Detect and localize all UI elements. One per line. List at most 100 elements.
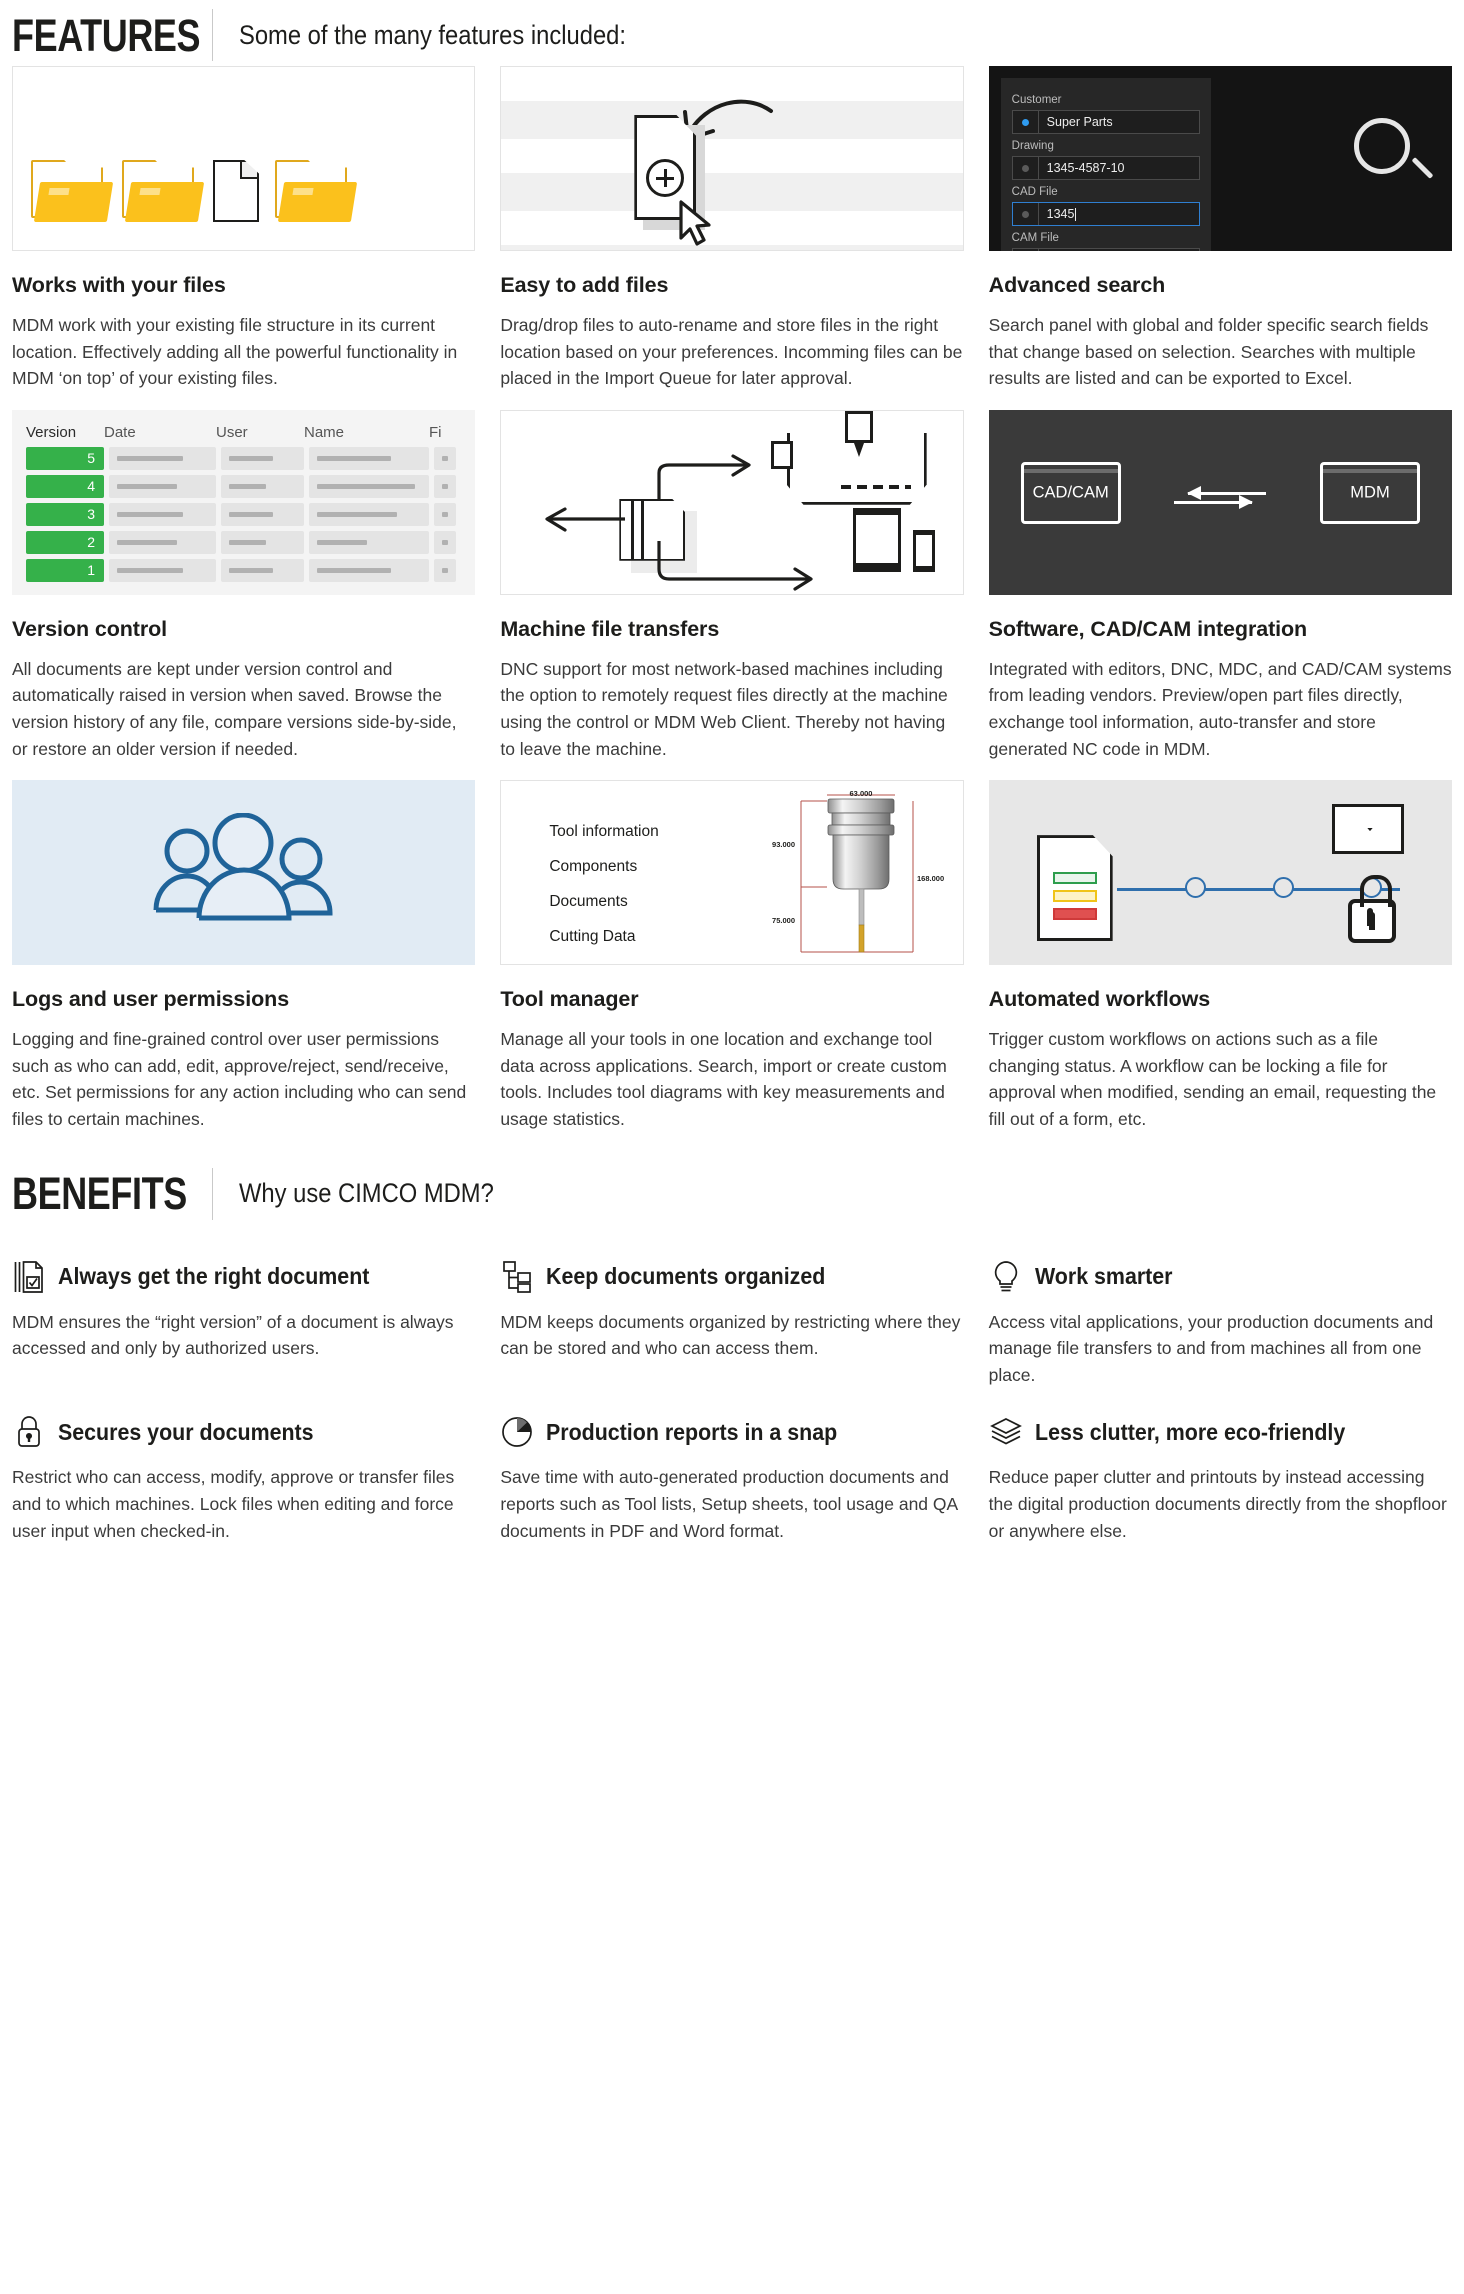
feature-body: MDM work with your existing file structu… bbox=[12, 315, 458, 389]
table-row[interactable]: 2 bbox=[26, 530, 475, 554]
bidirectional-arrow-icon bbox=[1174, 485, 1267, 510]
cell-file bbox=[434, 446, 456, 470]
feature-body: All documents are kept under version con… bbox=[12, 658, 457, 759]
feature-body: DNC support for most network-based machi… bbox=[500, 658, 948, 759]
benefit-always-get-right-document: Always get the right document MDM ensure… bbox=[12, 1259, 475, 1389]
cell-name bbox=[309, 502, 429, 526]
feature-card-easy-to-add-files: Easy to add files Drag/drop files to aut… bbox=[500, 66, 964, 392]
tool-drawing: 63.000 93.000 168.000 75.000 bbox=[772, 789, 944, 953]
cell-file bbox=[434, 558, 456, 582]
feature-card-tool-manager: Tool information Components Documents Cu… bbox=[500, 780, 964, 1132]
search-field-value: 1345 bbox=[1046, 207, 1075, 221]
cursor-icon bbox=[679, 200, 711, 246]
cell-date bbox=[109, 474, 216, 498]
feature-card-machine-file-transfers: Machine file transfers DNC support for m… bbox=[500, 409, 964, 762]
benefit-keep-documents-organized: Keep documents organized MDM keeps docum… bbox=[500, 1259, 963, 1389]
pie-chart-icon bbox=[500, 1414, 534, 1450]
benefit-title: Production reports in a snap bbox=[546, 1418, 838, 1445]
version-badge: 4 bbox=[26, 474, 104, 498]
table-row[interactable]: 1 bbox=[26, 558, 475, 582]
workflow-line bbox=[1116, 888, 1400, 891]
search-field-drawing[interactable]: 1345-4587-10 bbox=[1011, 156, 1200, 180]
cell-file bbox=[434, 474, 456, 498]
version-history-table: Version Date User Name Fi 5 4 3 2 1 bbox=[26, 424, 475, 587]
feature-row-2: Version Date User Name Fi 5 4 3 2 1 Vers… bbox=[12, 409, 1452, 762]
benefit-title: Secures your documents bbox=[58, 1418, 314, 1445]
mdm-window: MDM bbox=[1320, 461, 1420, 524]
version-badge: 3 bbox=[26, 502, 104, 526]
tool-list-item: Components bbox=[549, 858, 638, 876]
search-field-customer[interactable]: Super Parts bbox=[1011, 110, 1200, 134]
media-workflow-diagram bbox=[988, 780, 1452, 966]
table-row[interactable]: 4 bbox=[26, 474, 475, 498]
tool-list-item: Cutting Data bbox=[549, 928, 636, 946]
tablet-icon bbox=[852, 507, 901, 572]
cell-user bbox=[221, 502, 304, 526]
spindle-icon bbox=[844, 410, 873, 443]
folder-icon bbox=[122, 160, 205, 222]
document-icon bbox=[213, 160, 259, 222]
window-label: CAD/CAM bbox=[1032, 483, 1109, 502]
workflow-node bbox=[1184, 877, 1206, 899]
stacked-papers-icon bbox=[989, 1414, 1023, 1450]
tool-list-item: Tool information bbox=[549, 823, 659, 841]
media-drag-drop-add-file bbox=[500, 66, 964, 251]
feature-title: Machine file transfers bbox=[500, 616, 720, 641]
column-header: User bbox=[216, 423, 248, 441]
folder-icon bbox=[275, 160, 358, 222]
table-row[interactable]: 5 bbox=[26, 446, 475, 470]
search-field-label: CAD File bbox=[1011, 186, 1058, 198]
search-field-value: Super Parts bbox=[1046, 115, 1113, 129]
benefit-title: Always get the right document bbox=[58, 1263, 370, 1290]
feature-card-works-with-your-files: Works with your files MDM work with your… bbox=[12, 66, 476, 392]
cell-date bbox=[109, 502, 216, 526]
tool-tip-icon bbox=[853, 442, 864, 457]
features-title-wrap: FEATURES bbox=[12, 13, 212, 58]
version-badge: 2 bbox=[26, 530, 104, 554]
dim-length-shank: 75.000 bbox=[772, 916, 795, 925]
column-header: Fi bbox=[429, 423, 442, 441]
envelope-icon bbox=[1332, 804, 1404, 855]
status-dot-icon bbox=[1021, 118, 1029, 126]
cadcam-window: CAD/CAM bbox=[1020, 461, 1121, 524]
folder-icon bbox=[31, 160, 114, 222]
cell-name bbox=[309, 446, 429, 470]
benefit-body: MDM ensures the “right version” of a doc… bbox=[12, 1311, 454, 1359]
header-divider bbox=[212, 1167, 213, 1220]
features-title: FEATURES bbox=[12, 9, 201, 61]
feature-row-3: Logs and user permissions Logging and fi… bbox=[12, 780, 1452, 1132]
search-field-cam-file[interactable] bbox=[1011, 248, 1200, 251]
benefit-body: Access vital applications, your producti… bbox=[988, 1311, 1434, 1385]
feature-body: Search panel with global and folder spec… bbox=[988, 315, 1429, 389]
cell-date bbox=[109, 446, 216, 470]
users-group-icon bbox=[153, 812, 333, 921]
header-divider bbox=[212, 9, 213, 61]
cell-user bbox=[221, 558, 304, 582]
table-row[interactable]: 3 bbox=[26, 502, 475, 526]
arrow-left-icon bbox=[545, 507, 626, 532]
column-header: Version bbox=[26, 423, 77, 441]
cell-user bbox=[221, 474, 304, 498]
benefit-title: Work smarter bbox=[1034, 1263, 1173, 1290]
feature-card-version-control: Version Date User Name Fi 5 4 3 2 1 Vers… bbox=[12, 409, 476, 762]
feature-title: Advanced search bbox=[988, 273, 1166, 297]
tool-info-list: Tool information Components Documents Cu… bbox=[549, 823, 658, 963]
search-icon bbox=[1354, 118, 1410, 174]
feature-title: Automated workflows bbox=[988, 987, 1211, 1012]
cell-file bbox=[434, 530, 456, 554]
version-badge: 1 bbox=[26, 558, 104, 582]
benefit-production-reports: Production reports in a snap Save time w… bbox=[500, 1414, 963, 1544]
media-machine-transfer-diagram bbox=[500, 409, 964, 595]
search-field-cad-file[interactable]: 1345 bbox=[1011, 202, 1200, 226]
lock-icon bbox=[12, 1414, 46, 1450]
dim-height-total: 168.000 bbox=[917, 874, 944, 883]
text-caret bbox=[1075, 207, 1077, 221]
cell-name bbox=[309, 558, 429, 582]
media-version-table: Version Date User Name Fi 5 4 3 2 1 bbox=[12, 409, 476, 595]
feature-body: Drag/drop files to auto-rename and store… bbox=[500, 315, 963, 389]
media-dark-search-panel: Customer Super Parts Drawing 1345-4587-1… bbox=[988, 66, 1452, 251]
media-three-people-icon bbox=[12, 780, 476, 966]
folder-group bbox=[31, 160, 358, 222]
benefit-less-clutter: Less clutter, more eco-friendly Reduce p… bbox=[989, 1414, 1452, 1544]
workpiece-icon bbox=[840, 484, 911, 489]
